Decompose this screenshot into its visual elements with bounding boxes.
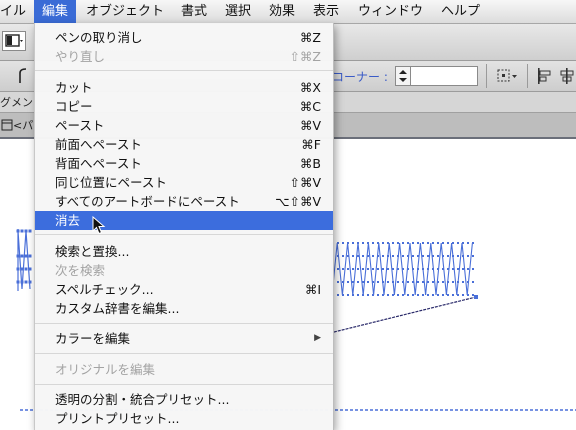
menu-item-label: ペンの取り消し xyxy=(55,30,143,45)
submenu-arrow-icon: ▶ xyxy=(314,333,321,343)
anchor-point[interactable] xyxy=(474,295,478,299)
menu-item-label: カスタム辞書を編集... xyxy=(55,301,180,316)
pen-anchor-icon[interactable] xyxy=(18,67,32,85)
align-center-icon[interactable] xyxy=(558,67,576,85)
menu-item-shortcut: ⌘X xyxy=(299,80,321,95)
menu-item-shortcut: ⌘Z xyxy=(299,30,321,45)
toolbar-divider xyxy=(527,64,528,88)
mouse-cursor-icon xyxy=(92,216,106,235)
menu-item-undo[interactable]: ペンの取り消し ⌘Z xyxy=(35,28,333,47)
edit-menu: ペンの取り消し ⌘Z やり直し ⇧⌘Z カット ⌘X コピー ⌘C ペースト ⌘V 前面へ… xyxy=(34,23,334,430)
menu-item-label: オリジナルを編集 xyxy=(55,362,156,377)
menu-item-clear[interactable]: 消去 xyxy=(35,211,333,230)
menu-item-shortcut: ⌘I xyxy=(304,282,321,297)
menu-item-label: カット xyxy=(55,80,93,95)
menu-item-paste-in-front[interactable]: 前面へペースト ⌘F xyxy=(35,135,333,154)
menu-type[interactable]: 書式 xyxy=(181,0,207,23)
menu-separator xyxy=(35,70,333,71)
menu-object[interactable]: オブジェクト xyxy=(86,0,164,23)
menu-help[interactable]: ヘルプ xyxy=(441,0,480,23)
menu-item-label: 前面へペースト xyxy=(55,137,142,152)
menu-item-redo: やり直し ⇧⌘Z xyxy=(35,47,333,66)
menu-item-spell-check[interactable]: スペルチェック... ⌘I xyxy=(35,280,333,299)
menu-item-copy[interactable]: コピー ⌘C xyxy=(35,97,333,116)
corner-radius-input[interactable] xyxy=(410,66,478,86)
menu-item-shortcut: ⌘C xyxy=(299,99,321,114)
menu-item-shortcut: ⌘F xyxy=(301,137,321,152)
menu-item-label: 検索と置換... xyxy=(55,244,130,259)
menu-select[interactable]: 選択 xyxy=(225,0,251,23)
menu-item-find-replace[interactable]: 検索と置換... xyxy=(35,242,333,261)
layout-icon xyxy=(5,34,23,47)
menu-item-cut[interactable]: カット ⌘X xyxy=(35,78,333,97)
document-tab[interactable]: <パ xyxy=(13,117,33,133)
transform-reference-icon[interactable] xyxy=(496,67,520,85)
toolbar-divider xyxy=(486,64,487,88)
menu-item-edit-custom-dictionary[interactable]: カスタム辞書を編集... xyxy=(35,299,333,318)
menu-window[interactable]: ウィンドウ xyxy=(358,0,423,23)
menu-item-shortcut: ⇧⌘Z xyxy=(289,49,321,64)
menu-view[interactable]: 表示 xyxy=(313,0,339,23)
menu-bar: イル 編集 オブジェクト 書式 選択 効果 表示 ウィンドウ ヘルプ xyxy=(0,0,576,24)
menu-item-paste[interactable]: ペースト ⌘V xyxy=(35,116,333,135)
menu-item-shortcut: ⇧⌘V xyxy=(289,175,321,190)
menu-item-label: 消去 xyxy=(55,213,81,228)
menu-item-label: コピー xyxy=(55,99,93,114)
document-icon xyxy=(1,119,13,131)
menu-item-label: 背面へペースト xyxy=(55,156,142,171)
guide-line xyxy=(329,296,477,334)
menu-separator xyxy=(35,323,333,324)
menu-item-label: カラーを編集 xyxy=(55,331,131,346)
menu-effect[interactable]: 効果 xyxy=(269,0,295,23)
menu-item-flattener-presets[interactable]: 透明の分割・統合プリセット... xyxy=(35,390,333,409)
menu-item-label: 同じ位置にペースト xyxy=(55,175,167,190)
menu-item-paste-in-back[interactable]: 背面へペースト ⌘B xyxy=(35,154,333,173)
menu-item-find-next: 次を検索 xyxy=(35,261,333,280)
menu-item-paste-in-place[interactable]: 同じ位置にペースト ⇧⌘V xyxy=(35,173,333,192)
menu-item-label: ペースト xyxy=(55,118,105,133)
align-left-icon[interactable] xyxy=(536,67,554,85)
menu-file[interactable]: イル xyxy=(0,0,26,23)
menu-item-paste-on-all-artboards[interactable]: すべてのアートボードにペースト ⌥⇧⌘V xyxy=(35,192,333,211)
menu-separator xyxy=(35,353,333,354)
menu-item-shortcut: ⌘V xyxy=(299,118,321,133)
menu-item-label: すべてのアートボードにペースト xyxy=(55,194,240,209)
corner-label: コーナー : xyxy=(332,70,388,84)
menu-item-label: やり直し xyxy=(55,49,106,64)
menu-item-shortcut: ⌘B xyxy=(299,156,321,171)
panel-label: グメン xyxy=(0,96,33,109)
menu-item-shortcut: ⌥⇧⌘V xyxy=(275,194,321,209)
menu-item-label: 次を検索 xyxy=(55,263,106,278)
menu-item-label: 透明の分割・統合プリセット... xyxy=(55,392,230,407)
workspace-switcher-button[interactable] xyxy=(2,31,26,51)
menu-item-edit-colors[interactable]: カラーを編集 ▶ xyxy=(35,329,333,348)
stepper-arrows-icon xyxy=(399,70,407,82)
menu-item-edit-original: オリジナルを編集 xyxy=(35,360,333,379)
menu-edit[interactable]: 編集 xyxy=(34,0,77,23)
menu-separator xyxy=(35,234,333,235)
menu-item-print-presets[interactable]: プリントプリセット... xyxy=(35,409,333,428)
menu-item-label: スペルチェック... xyxy=(55,282,154,297)
menu-separator xyxy=(35,384,333,385)
corner-stepper[interactable] xyxy=(395,66,411,86)
menu-item-label: プリントプリセット... xyxy=(55,411,180,426)
